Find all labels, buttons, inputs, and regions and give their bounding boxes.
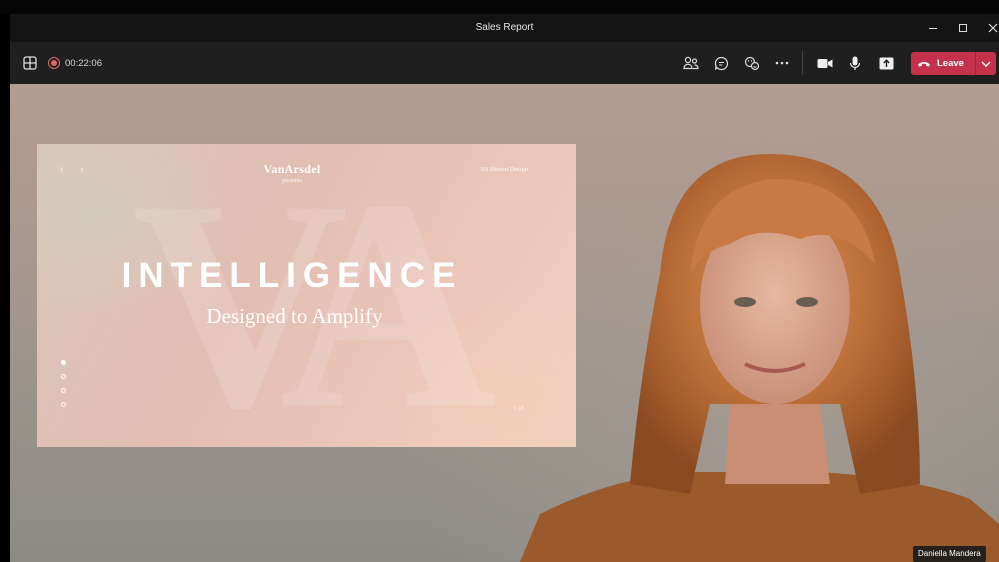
slide-dot[interactable] [61,360,66,365]
title-bar: Sales Report [10,14,999,42]
slide-dots [61,360,66,407]
more-icon [775,61,789,65]
participants-button[interactable] [681,53,701,73]
maximize-button[interactable] [948,14,978,42]
leave-options-button[interactable] [976,61,996,67]
reactions-button[interactable] [742,53,762,73]
close-icon [988,23,998,33]
recording-timer: 00:22:06 [65,57,102,69]
more-button[interactable] [772,53,792,73]
camera-icon [817,58,833,68]
window-title: Sales Report [475,22,534,33]
minimize-icon [929,27,937,29]
recording-icon [48,57,60,69]
slide-logo-sub: presents [282,178,302,184]
slide-title: INTELLIGENCE [121,256,463,295]
slide-dot[interactable] [61,388,66,393]
slide-dot[interactable] [61,374,66,379]
people-icon [683,56,699,70]
leave-label: Leave [937,58,964,69]
participant-name-tag: Daniella Mandera [913,546,986,562]
meeting-toolbar: 00:22:06 Leave [10,42,999,84]
chevron-down-icon [981,61,991,67]
presenter-video [520,154,999,562]
minimize-button[interactable] [918,14,948,42]
reactions-icon [744,56,760,70]
slide-logo: VanArsdel [263,162,321,176]
chat-button[interactable] [711,53,731,73]
meeting-stage: VA ‹ › VanArsdel presents VA Shared Desi… [10,84,999,562]
maximize-icon [959,24,967,32]
chat-icon [714,56,728,70]
recording-indicator: 00:22:06 [48,53,102,73]
layout-button[interactable] [20,53,40,73]
mic-icon [849,56,861,70]
neck [725,404,830,484]
top-strip [0,0,999,14]
phone-hangup-icon [911,60,937,68]
slide-watermark: VA [132,144,497,447]
share-button[interactable] [876,53,896,73]
mic-button[interactable] [845,53,865,73]
shared-slide: VA ‹ › VanArsdel presents VA Shared Desi… [37,144,576,447]
camera-button[interactable] [815,53,835,73]
leave-button[interactable]: Leave [911,52,996,75]
share-icon [879,57,893,69]
layout-grid-icon [23,56,37,70]
close-button[interactable] [978,14,999,42]
toolbar-divider [802,51,803,75]
slide-subtitle: Designed to Amplify [206,304,383,328]
slide-dot[interactable] [61,402,66,407]
